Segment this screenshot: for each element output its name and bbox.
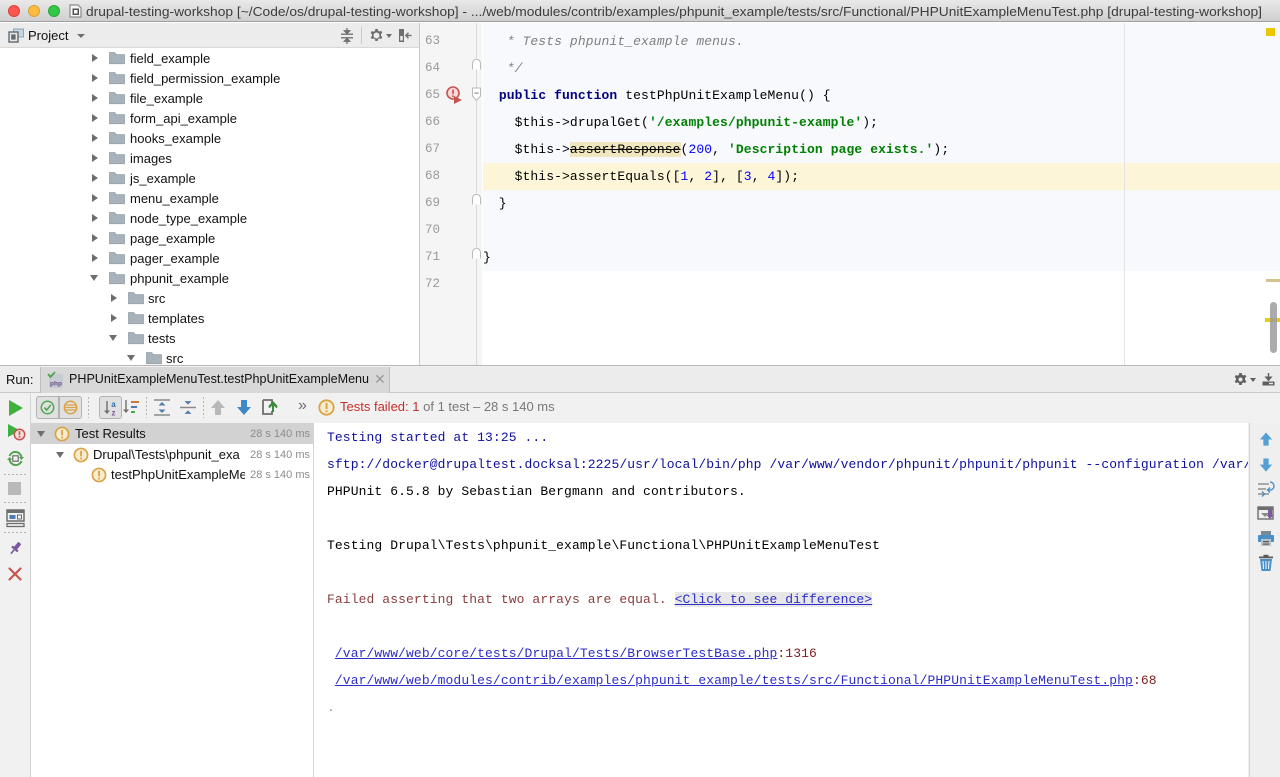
svg-text:php: php — [50, 381, 62, 388]
svg-text:z: z — [112, 409, 116, 417]
